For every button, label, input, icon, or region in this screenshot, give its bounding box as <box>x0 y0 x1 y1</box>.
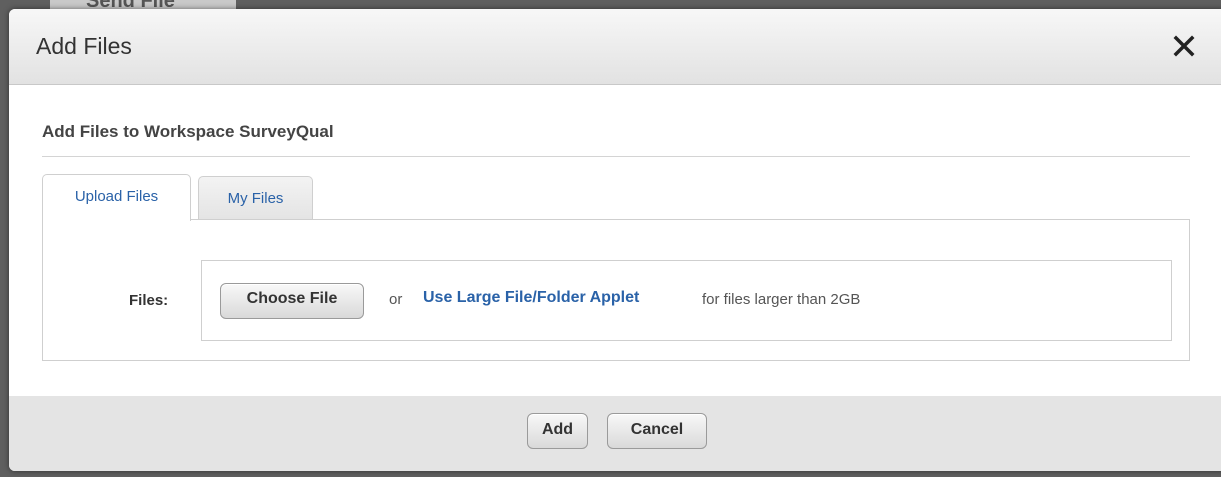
add-files-dialog: Add Files Add Files to Workspace SurveyQ… <box>9 9 1221 471</box>
close-button[interactable] <box>1169 31 1199 61</box>
or-text: or <box>389 291 403 308</box>
section-heading: Add Files to Workspace SurveyQual <box>42 122 334 141</box>
close-icon <box>1173 35 1195 57</box>
tab-my-files[interactable]: My Files <box>198 176 313 219</box>
add-button[interactable]: Add <box>527 413 588 449</box>
files-label: Files: <box>129 292 169 309</box>
section-divider <box>42 156 1190 157</box>
dialog-title: Add Files <box>36 33 132 59</box>
applet-size-note: for files larger than 2GB <box>702 291 861 308</box>
tab-upload-files[interactable]: Upload Files <box>42 174 191 221</box>
cancel-button[interactable]: Cancel <box>607 413 707 449</box>
choose-file-button[interactable]: Choose File <box>220 283 364 319</box>
large-file-applet-link[interactable]: Use Large File/Folder Applet <box>423 289 639 307</box>
dialog-header: Add Files <box>9 9 1221 85</box>
